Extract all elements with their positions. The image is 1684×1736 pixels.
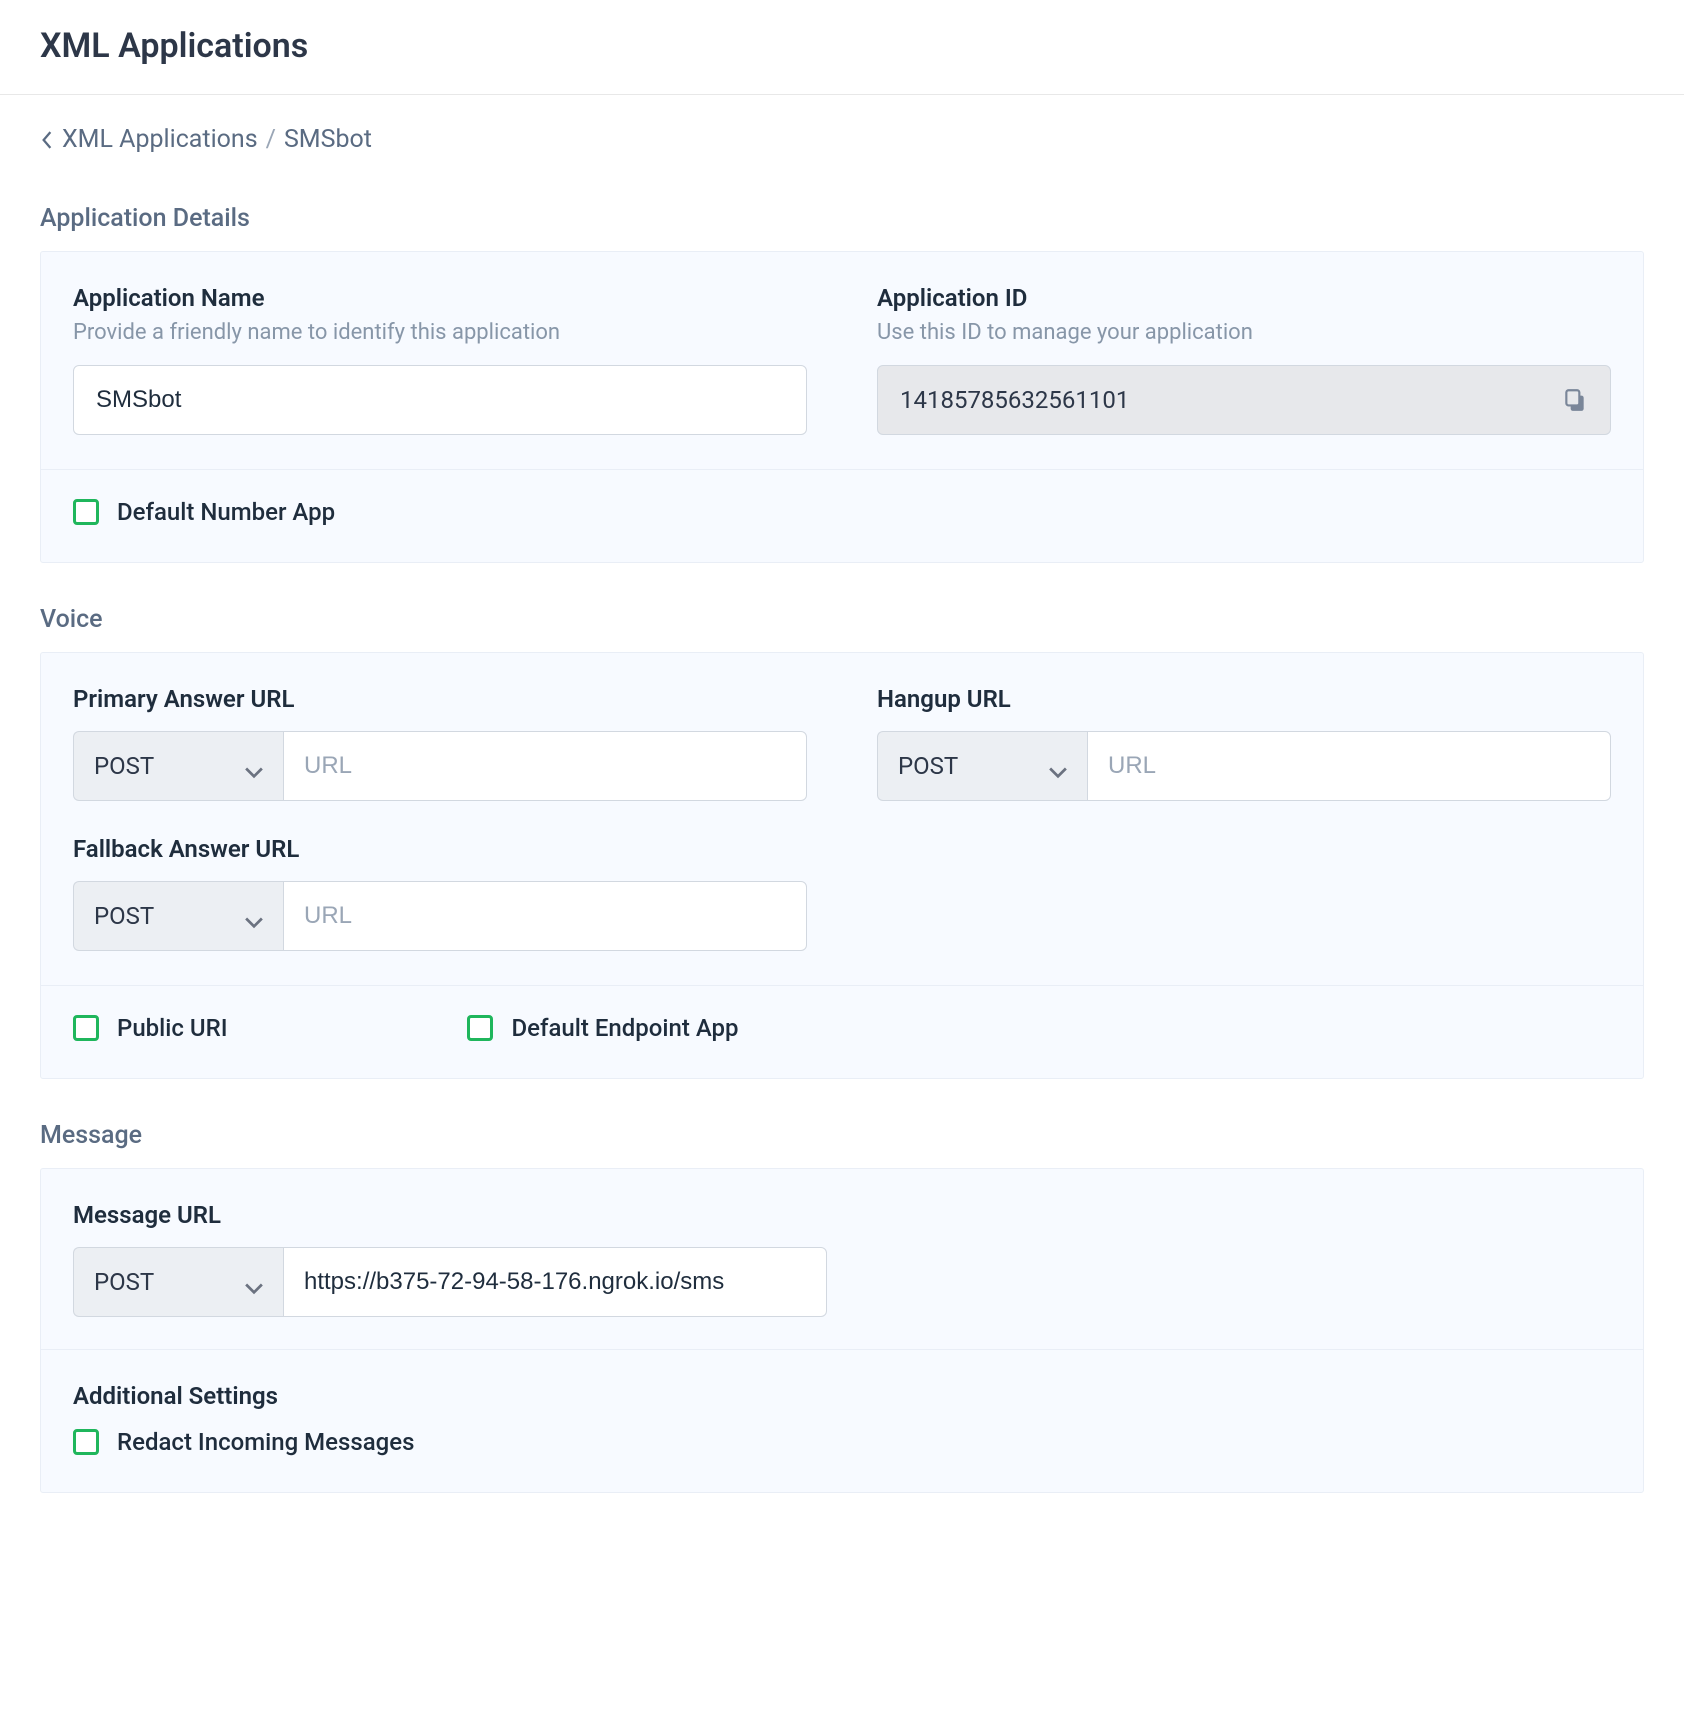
hangup-url-input[interactable]	[1087, 731, 1611, 801]
fallback-url-input[interactable]	[283, 881, 807, 951]
breadcrumb-parent[interactable]: XML Applications	[62, 125, 258, 154]
message-url-label: Message URL	[73, 1201, 1611, 1229]
default-number-app-row: Default Number App	[41, 470, 1643, 562]
redact-row: Redact Incoming Messages	[41, 1410, 1643, 1492]
breadcrumb: XML Applications / SMSbot	[40, 95, 1644, 162]
public-uri-checkbox[interactable]	[73, 1015, 99, 1041]
field-application-id: Application ID Use this ID to manage you…	[877, 284, 1611, 435]
default-endpoint-label: Default Endpoint App	[511, 1014, 738, 1042]
chevron-left-icon[interactable]	[40, 129, 54, 151]
hangup-url-label: Hangup URL	[877, 685, 1611, 713]
section-heading-voice: Voice	[40, 605, 1644, 634]
copy-icon[interactable]	[1562, 387, 1588, 413]
default-number-app-checkbox[interactable]	[73, 499, 99, 525]
application-name-label: Application Name	[73, 284, 807, 312]
section-heading-message: Message	[40, 1121, 1644, 1150]
field-hangup-url: Hangup URL POST	[877, 685, 1611, 801]
breadcrumb-current: SMSbot	[284, 125, 372, 154]
fallback-answer-url-label: Fallback Answer URL	[73, 835, 807, 863]
message-url-input[interactable]	[283, 1247, 827, 1317]
card-message: Message URL POST Additional Settings Red…	[40, 1168, 1644, 1493]
chevron-down-icon	[1049, 757, 1067, 775]
breadcrumb-separator: /	[266, 125, 276, 154]
card-voice: Primary Answer URL POST Hangup URL POST	[40, 652, 1644, 1079]
chevron-down-icon	[245, 907, 263, 925]
application-name-help: Provide a friendly name to identify this…	[73, 320, 807, 345]
application-id-label: Application ID	[877, 284, 1611, 312]
primary-method-value: POST	[94, 752, 154, 780]
hangup-method-value: POST	[898, 752, 958, 780]
fallback-method-value: POST	[94, 902, 154, 930]
chevron-down-icon	[245, 1273, 263, 1291]
card-application-details: Application Name Provide a friendly name…	[40, 251, 1644, 563]
field-fallback-answer-url: Fallback Answer URL POST	[73, 835, 807, 951]
message-method-value: POST	[94, 1268, 154, 1296]
page-title: XML Applications	[0, 0, 1684, 95]
additional-settings-label: Additional Settings	[73, 1382, 1611, 1410]
redact-label: Redact Incoming Messages	[117, 1428, 414, 1456]
application-id-value: 14185785632561101	[900, 386, 1129, 414]
primary-answer-url-label: Primary Answer URL	[73, 685, 807, 713]
public-uri-item: Public URI	[73, 1014, 227, 1042]
application-id-readonly: 14185785632561101	[877, 365, 1611, 435]
redact-checkbox[interactable]	[73, 1429, 99, 1455]
public-uri-label: Public URI	[117, 1014, 227, 1042]
message-method-select[interactable]: POST	[73, 1247, 283, 1317]
default-endpoint-item: Default Endpoint App	[467, 1014, 738, 1042]
primary-url-input[interactable]	[283, 731, 807, 801]
application-name-input[interactable]	[73, 365, 807, 435]
application-id-help: Use this ID to manage your application	[877, 320, 1611, 345]
primary-method-select[interactable]: POST	[73, 731, 283, 801]
default-endpoint-checkbox[interactable]	[467, 1015, 493, 1041]
section-heading-details: Application Details	[40, 204, 1644, 233]
field-primary-answer-url: Primary Answer URL POST	[73, 685, 807, 801]
chevron-down-icon	[245, 757, 263, 775]
hangup-method-select[interactable]: POST	[877, 731, 1087, 801]
fallback-method-select[interactable]: POST	[73, 881, 283, 951]
field-application-name: Application Name Provide a friendly name…	[73, 284, 807, 435]
voice-checkbox-row: Public URI Default Endpoint App	[41, 986, 1643, 1078]
default-number-app-label: Default Number App	[117, 498, 335, 526]
